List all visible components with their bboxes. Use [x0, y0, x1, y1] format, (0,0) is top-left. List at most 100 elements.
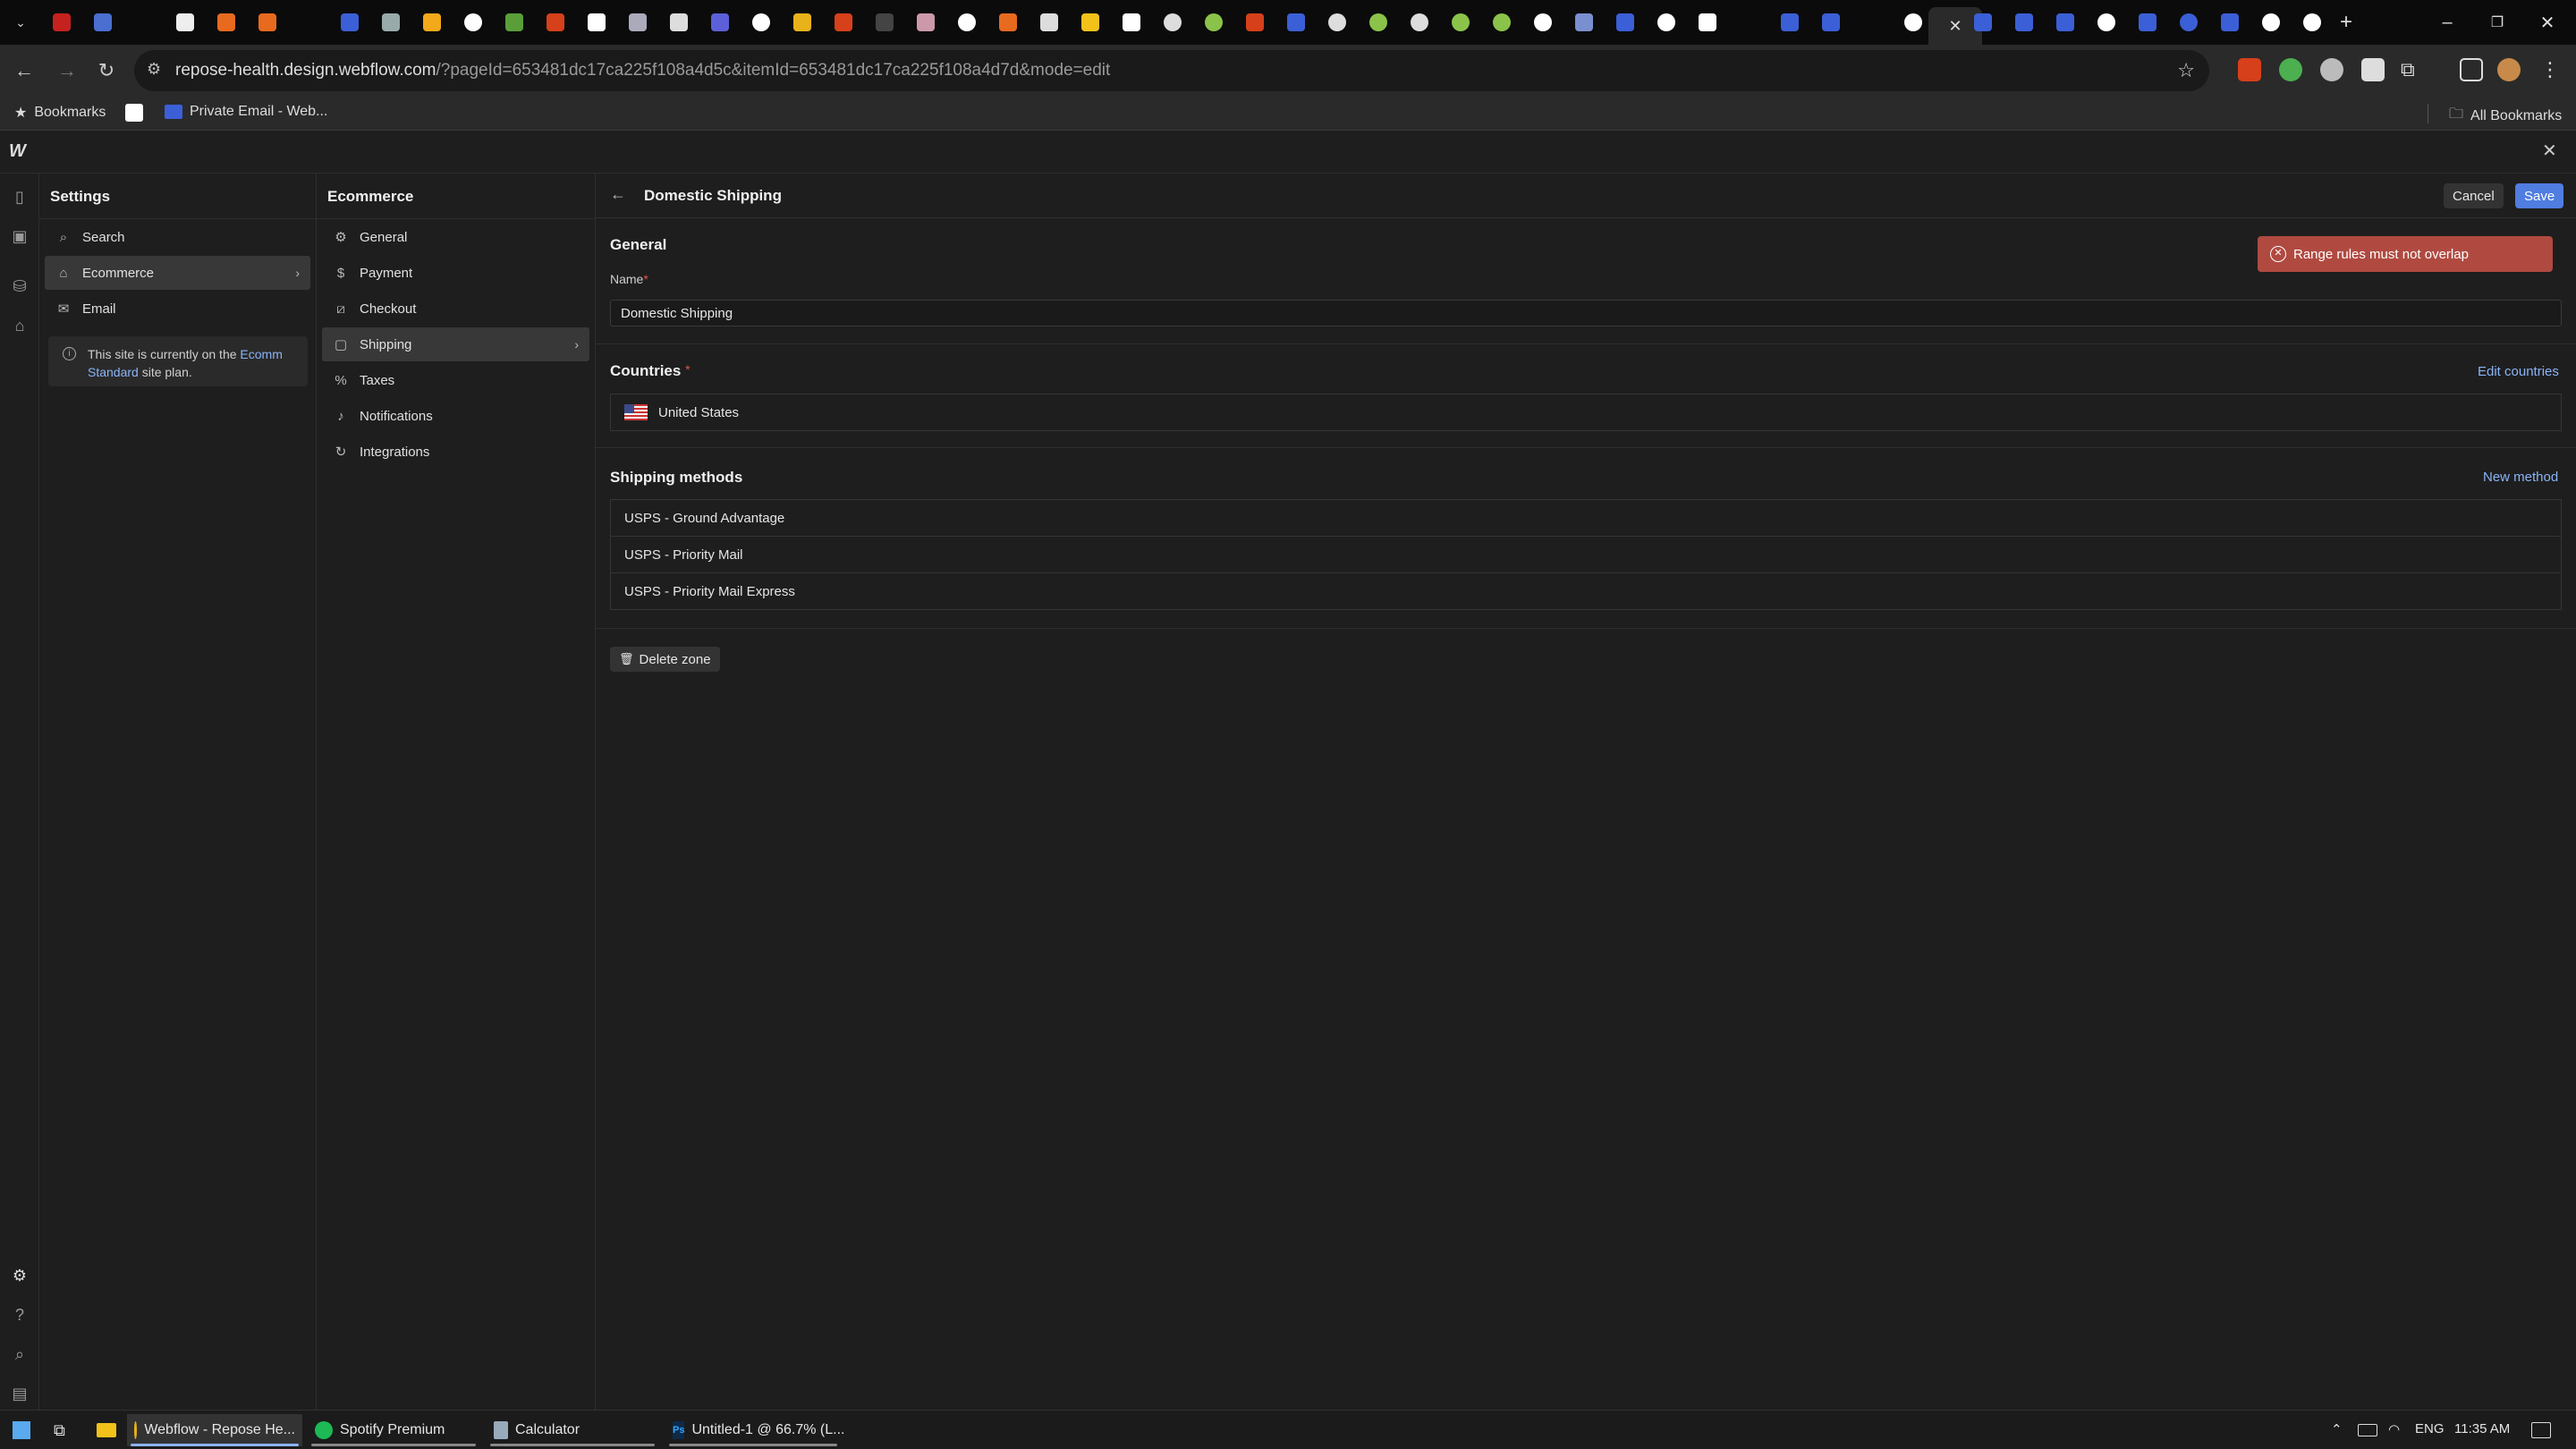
clock[interactable]: 11:35 AM [2454, 1421, 2510, 1436]
task-view-button[interactable]: ⧉ [47, 1414, 72, 1446]
tab[interactable] [1157, 7, 1188, 38]
tab[interactable] [1968, 7, 1998, 38]
taskbar-app-spotify[interactable]: Spotify Premium [308, 1414, 479, 1446]
settings-item-email[interactable]: ✉ Email [45, 292, 310, 326]
ecommerce-item-notifications[interactable]: ♪ Notifications [322, 399, 589, 433]
tab[interactable] [376, 7, 406, 38]
ecommerce-item-taxes[interactable]: % Taxes [322, 363, 589, 397]
settings-item-ecommerce[interactable]: ⌂ Ecommerce › [45, 256, 310, 290]
shipping-method-row[interactable]: USPS - Ground Advantage [610, 499, 2562, 537]
tab[interactable] [1898, 7, 1928, 38]
tab[interactable] [2215, 7, 2245, 38]
ecommerce-item-shipping[interactable]: ▢ Shipping › [322, 327, 589, 361]
tab[interactable] [869, 7, 900, 38]
pages-icon[interactable]: ▯ [9, 186, 30, 208]
tab[interactable] [1075, 7, 1106, 38]
cms-icon[interactable]: ⛁ [9, 275, 30, 297]
tab[interactable] [170, 7, 200, 38]
tab[interactable] [2050, 7, 2080, 38]
tab[interactable] [1240, 7, 1270, 38]
tab[interactable] [787, 7, 818, 38]
file-explorer-button[interactable] [89, 1414, 123, 1446]
tab[interactable] [1816, 7, 1846, 38]
tab[interactable] [2091, 7, 2122, 38]
gear-icon[interactable]: ⚙ [9, 1265, 30, 1286]
ecommerce-item-payment[interactable]: $ Payment [322, 256, 589, 290]
bookmark-private-email[interactable]: Private Email - Web... [165, 104, 327, 120]
tab[interactable] [581, 7, 612, 38]
back-arrow-icon[interactable]: ← [610, 185, 626, 204]
site-info-icon[interactable]: ⚙ [147, 60, 161, 79]
tab[interactable] [335, 7, 365, 38]
close-icon[interactable]: ✕ [1948, 17, 1962, 36]
star-icon[interactable]: ☆ [2177, 59, 2195, 82]
tab[interactable] [2132, 7, 2163, 38]
tab[interactable] [417, 7, 447, 38]
pdf-extension-icon[interactable] [2238, 58, 2261, 81]
back-button[interactable]: ← [7, 54, 41, 88]
bookmark-amazon[interactable] [125, 104, 143, 122]
tab[interactable] [993, 7, 1023, 38]
tab[interactable] [1775, 7, 1805, 38]
phone-extension-icon[interactable] [2279, 58, 2302, 81]
help-icon[interactable]: ? [9, 1304, 30, 1326]
tab[interactable] [1487, 7, 1517, 38]
tab[interactable] [1363, 7, 1394, 38]
shipping-method-row[interactable]: USPS - Priority Mail Express [610, 572, 2562, 610]
new-tab-button[interactable]: + [2331, 7, 2361, 38]
bookmarks-item[interactable]: ★ Bookmarks [14, 104, 106, 122]
assets-icon[interactable]: ▣ [9, 225, 30, 247]
tab[interactable] [623, 7, 653, 38]
address-bar[interactable]: ⚙ repose-health.design.webflow.com/?page… [134, 50, 2209, 91]
tab[interactable] [1651, 7, 1682, 38]
edit-countries-link[interactable]: Edit countries [2478, 364, 2559, 379]
window-close-button[interactable]: ✕ [2521, 7, 2574, 38]
tab-search-button[interactable]: ⌄ [5, 7, 36, 38]
notifications-icon[interactable] [2531, 1422, 2551, 1438]
search-icon[interactable]: ⌕ [9, 1343, 30, 1365]
tab[interactable] [2174, 7, 2204, 38]
tab[interactable] [1199, 7, 1229, 38]
tab[interactable] [1445, 7, 1476, 38]
reload-button[interactable]: ↻ [89, 54, 123, 88]
tab[interactable] [499, 7, 530, 38]
kebab-menu-icon[interactable]: ⋮ [2538, 58, 2562, 81]
ecommerce-item-checkout[interactable]: ⧄ Checkout [322, 292, 589, 326]
wifi-icon[interactable]: ◠ [2388, 1421, 2400, 1437]
tab[interactable] [1034, 7, 1064, 38]
start-button[interactable] [5, 1414, 38, 1446]
tab[interactable] [828, 7, 859, 38]
settings-item-search[interactable]: ⌕ Search [45, 220, 310, 254]
new-method-link[interactable]: New method [2483, 470, 2558, 485]
tab[interactable] [540, 7, 571, 38]
ecommerce-item-integrations[interactable]: ↻ Integrations [322, 435, 589, 469]
tab[interactable] [746, 7, 776, 38]
tab[interactable] [664, 7, 694, 38]
tab[interactable] [211, 7, 242, 38]
forward-button[interactable]: → [50, 54, 84, 88]
extension-icon[interactable] [2361, 58, 2385, 81]
taskbar-app-calculator[interactable]: Calculator [487, 1414, 658, 1446]
save-button[interactable]: Save [2515, 183, 2564, 208]
avatar[interactable] [2497, 58, 2521, 81]
tab[interactable] [2297, 7, 2327, 38]
tab[interactable] [1610, 7, 1640, 38]
tab[interactable] [1116, 7, 1147, 38]
tab[interactable] [1692, 7, 1723, 38]
apps-icon[interactable]: ▤ [9, 1383, 30, 1404]
tray-chevron-icon[interactable]: ⌃ [2331, 1421, 2343, 1437]
tab[interactable] [1528, 7, 1558, 38]
tab[interactable] [458, 7, 488, 38]
tab[interactable] [705, 7, 735, 38]
tab[interactable] [2009, 7, 2039, 38]
webflow-logo-icon[interactable]: W [9, 141, 26, 162]
taskbar-app-photoshop[interactable]: Ps Untitled-1 @ 66.7% (L... [665, 1414, 844, 1446]
ecommerce-item-general[interactable]: ⚙ General [322, 220, 589, 254]
minimize-button[interactable]: – [2420, 7, 2474, 38]
name-input[interactable]: Domestic Shipping [610, 300, 2562, 326]
tab[interactable] [911, 7, 941, 38]
tab[interactable] [952, 7, 982, 38]
tab[interactable] [1281, 7, 1311, 38]
tab[interactable] [1569, 7, 1599, 38]
taskbar-app-chrome[interactable]: Webflow - Repose He... [127, 1414, 302, 1446]
